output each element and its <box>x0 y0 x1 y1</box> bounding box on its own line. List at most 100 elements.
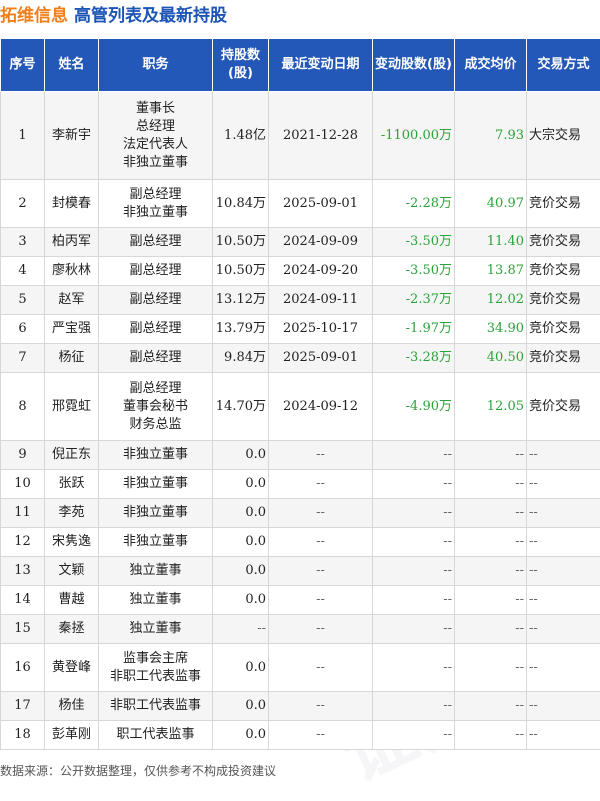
cell-role: 董事长总经理法定代表人非独立董事 <box>99 92 213 180</box>
cell-name: 杨征 <box>45 344 99 373</box>
cell-role: 副总经理董事会秘书财务总监 <box>99 373 213 441</box>
role-line: 副总经理 <box>101 262 210 280</box>
cell-date: 2025-09-01 <box>269 180 373 228</box>
cell-role: 独立董事 <box>99 586 213 615</box>
cell-change: -1100.00万 <box>373 92 455 180</box>
role-line: 独立董事 <box>101 562 210 580</box>
cell-role: 监事会主席非职工代表监事 <box>99 644 213 692</box>
cell-price: 34.90 <box>455 315 527 344</box>
cell-date: -- <box>269 557 373 586</box>
cell-index: 16 <box>1 644 45 692</box>
cell-method: -- <box>527 499 600 528</box>
cell-shares: 10.84万 <box>213 180 269 228</box>
cell-index: 14 <box>1 586 45 615</box>
cell-name: 张跃 <box>45 470 99 499</box>
cell-index: 13 <box>1 557 45 586</box>
cell-shares: 0.0 <box>213 470 269 499</box>
role-line: 非独立董事 <box>101 204 210 222</box>
cell-index: 18 <box>1 721 45 750</box>
cell-date: 2021-12-28 <box>269 92 373 180</box>
cell-name: 封模春 <box>45 180 99 228</box>
cell-price: 12.02 <box>455 286 527 315</box>
cell-shares: 10.50万 <box>213 257 269 286</box>
table-row: 4廖秋林副总经理10.50万2024-09-20-3.50万13.87竞价交易 <box>1 257 600 286</box>
cell-price: -- <box>455 644 527 692</box>
cell-index: 17 <box>1 692 45 721</box>
cell-method: -- <box>527 557 600 586</box>
table-row: 8邢霓虹副总经理董事会秘书财务总监14.70万2024-09-12-4.90万1… <box>1 373 600 441</box>
cell-change: -- <box>373 644 455 692</box>
cell-name: 李苑 <box>45 499 99 528</box>
cell-name: 廖秋林 <box>45 257 99 286</box>
cell-shares: 0.0 <box>213 557 269 586</box>
table-row: 1李新宇董事长总经理法定代表人非独立董事1.48亿2021-12-28-1100… <box>1 92 600 180</box>
cell-price: 40.97 <box>455 180 527 228</box>
cell-method: -- <box>527 644 600 692</box>
role-line: 非独立董事 <box>101 504 210 522</box>
role-line: 监事会主席 <box>101 650 210 668</box>
cell-change: -- <box>373 470 455 499</box>
role-line: 财务总监 <box>101 416 210 434</box>
cell-name: 邢霓虹 <box>45 373 99 441</box>
table-row: 18彭革刚职工代表监事0.0-------- <box>1 721 600 750</box>
cell-date: 2025-10-17 <box>269 315 373 344</box>
column-header-role: 职务 <box>99 39 213 92</box>
cell-change: -- <box>373 557 455 586</box>
cell-method: -- <box>527 528 600 557</box>
cell-shares: 13.12万 <box>213 286 269 315</box>
cell-method: -- <box>527 441 600 470</box>
role-line: 总经理 <box>101 118 210 136</box>
cell-method: 竞价交易 <box>527 228 600 257</box>
cell-price: -- <box>455 586 527 615</box>
cell-price: -- <box>455 721 527 750</box>
cell-shares: 0.0 <box>213 441 269 470</box>
table-row: 9倪正东非独立董事0.0-------- <box>1 441 600 470</box>
cell-role: 非独立董事 <box>99 470 213 499</box>
cell-change: -3.50万 <box>373 257 455 286</box>
cell-change: -- <box>373 499 455 528</box>
cell-shares: 0.0 <box>213 692 269 721</box>
role-line: 非独立董事 <box>101 446 210 464</box>
cell-date: 2025-09-01 <box>269 344 373 373</box>
role-line: 副总经理 <box>101 186 210 204</box>
cell-role: 副总经理 <box>99 286 213 315</box>
role-line: 副总经理 <box>101 233 210 251</box>
page-title: 拓维信息高管列表及最新持股 <box>0 0 227 32</box>
cell-change: -- <box>373 586 455 615</box>
cell-shares: 9.84万 <box>213 344 269 373</box>
page-subtitle: 高管列表及最新持股 <box>74 6 227 26</box>
cell-index: 15 <box>1 615 45 644</box>
cell-date: -- <box>269 721 373 750</box>
cell-method: 竞价交易 <box>527 180 600 228</box>
cell-price: -- <box>455 692 527 721</box>
cell-shares: 13.79万 <box>213 315 269 344</box>
column-header-change: 变动股数(股) <box>373 39 455 92</box>
cell-price: -- <box>455 557 527 586</box>
cell-shares: 0.0 <box>213 586 269 615</box>
role-line: 副总经理 <box>101 380 210 398</box>
cell-index: 4 <box>1 257 45 286</box>
cell-date: -- <box>269 586 373 615</box>
cell-role: 副总经理 <box>99 344 213 373</box>
cell-method: -- <box>527 470 600 499</box>
cell-method: 竞价交易 <box>527 373 600 441</box>
cell-date: -- <box>269 615 373 644</box>
cell-method: -- <box>527 615 600 644</box>
cell-shares: 1.48亿 <box>213 92 269 180</box>
cell-role: 副总经理 <box>99 315 213 344</box>
role-line: 职工代表监事 <box>101 726 210 744</box>
cell-method: 竞价交易 <box>527 257 600 286</box>
cell-change: -4.90万 <box>373 373 455 441</box>
cell-price: -- <box>455 470 527 499</box>
company-name: 拓维信息 <box>0 6 68 26</box>
cell-index: 1 <box>1 92 45 180</box>
cell-index: 6 <box>1 315 45 344</box>
cell-price: -- <box>455 615 527 644</box>
cell-change: -- <box>373 721 455 750</box>
cell-index: 7 <box>1 344 45 373</box>
cell-index: 9 <box>1 441 45 470</box>
cell-shares: 10.50万 <box>213 228 269 257</box>
cell-role: 副总经理非独立董事 <box>99 180 213 228</box>
data-source-note: 数据来源：公开数据整理，仅供参考不构成投资建议 <box>0 762 276 779</box>
cell-role: 副总经理 <box>99 257 213 286</box>
